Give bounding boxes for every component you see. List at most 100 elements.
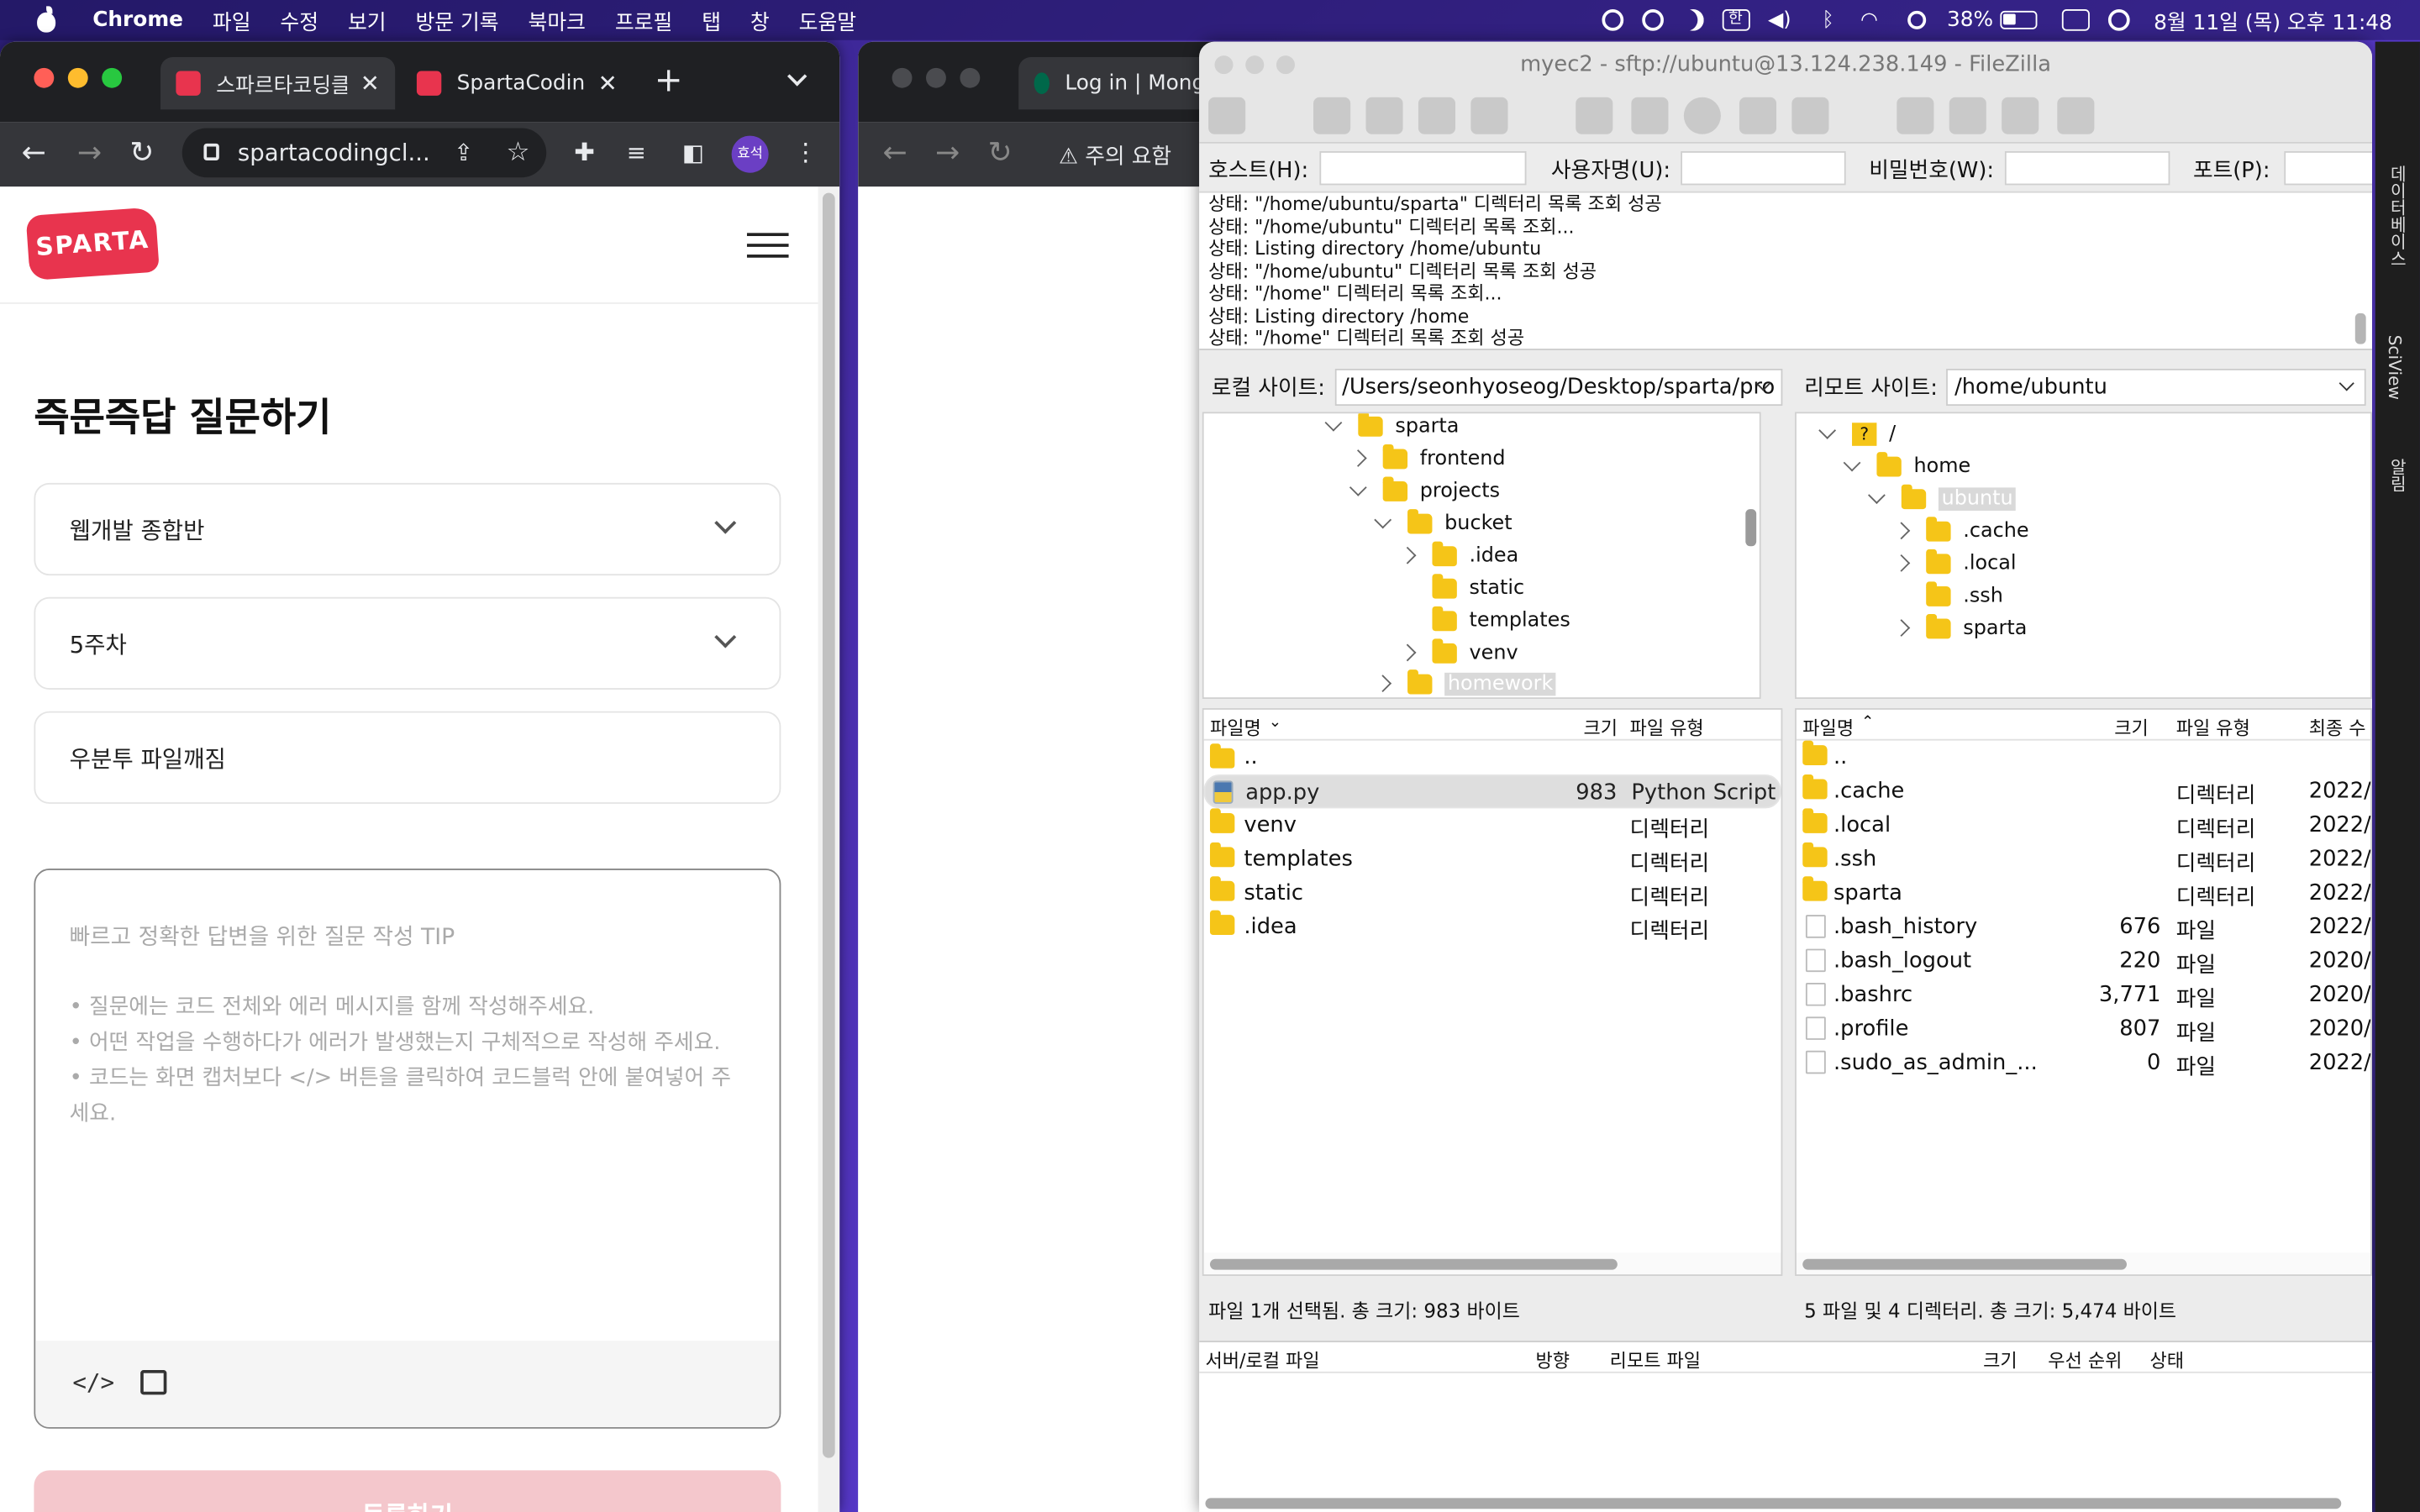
siri-icon[interactable] — [2107, 9, 2129, 31]
tree-scrollbar[interactable] — [1745, 509, 1757, 547]
compare-icon[interactable] — [1949, 97, 1986, 134]
bluetooth-icon[interactable]: ᛒ — [1814, 9, 1842, 33]
tree-node-venv[interactable]: venv — [1398, 638, 1518, 669]
back-icon[interactable]: ← — [883, 137, 908, 168]
question-body-editor[interactable]: 빠르고 정확한 답변을 위한 질문 작성 TIP • 질문에는 코드 전체와 에… — [34, 869, 781, 1429]
log-scrollbar[interactable] — [2354, 312, 2366, 344]
remote-path-combo[interactable]: /home/ubuntu — [1946, 368, 2367, 407]
file-row[interactable]: sparta 디렉터리 2022/ — [1797, 876, 2370, 911]
menu-file[interactable]: 파일 — [213, 5, 251, 35]
volume-icon[interactable]: ◀) — [1768, 9, 1796, 33]
menu-profile[interactable]: 프로필 — [615, 5, 672, 35]
question-title-input[interactable]: 우분투 파일깨짐 — [34, 711, 781, 804]
reconnect-icon[interactable] — [1791, 97, 1829, 134]
local-path-combo[interactable]: /Users/seonhyoseog/Desktop/sparta/pro — [1334, 368, 1782, 407]
toggle-remote-tree-icon[interactable] — [1418, 97, 1456, 134]
queue-col-size[interactable]: 크기 — [1983, 1347, 2018, 1373]
refresh-icon[interactable] — [1576, 97, 1613, 134]
close-tab-icon[interactable]: ✕ — [360, 70, 380, 97]
file-row[interactable]: .local 디렉터리 2022/ — [1797, 808, 2370, 843]
tree-node-idea[interactable]: .idea — [1398, 540, 1518, 571]
input-method-icon[interactable]: 한 — [1721, 9, 1749, 31]
new-tab-button[interactable]: + — [655, 61, 683, 100]
search-icon[interactable] — [1907, 10, 1926, 29]
toggle-local-tree-icon[interactable] — [1365, 97, 1403, 134]
local-hscroll[interactable] — [1203, 1252, 1781, 1275]
file-row[interactable]: .bash_history 676 파일 2022/ — [1797, 911, 2370, 944]
share-icon[interactable]: ⇪ — [454, 137, 473, 168]
apple-icon[interactable] — [34, 6, 58, 33]
close-window-button[interactable] — [34, 67, 55, 88]
file-row[interactable]: .. — [1204, 741, 1781, 774]
bookmark-star-icon[interactable]: ☆ — [506, 137, 529, 168]
file-row[interactable]: static 디렉터리 — [1204, 876, 1781, 911]
user-input[interactable] — [1681, 150, 1846, 186]
tree-node-frontend[interactable]: frontend — [1349, 443, 1506, 474]
submit-button[interactable]: 등록하기 — [34, 1470, 781, 1512]
close-tab-icon[interactable]: ✕ — [598, 70, 618, 97]
tree-node-ssh[interactable]: .ssh — [1895, 580, 2003, 612]
toggle-queue-icon[interactable] — [1470, 97, 1508, 134]
battery-icon[interactable] — [1999, 10, 2037, 29]
queue-hscroll[interactable] — [1205, 1498, 2342, 1509]
tree-node-root[interactable]: ? / — [1818, 418, 1896, 449]
process-queue-icon[interactable] — [1631, 97, 1669, 134]
tab-search-icon[interactable] — [786, 66, 808, 87]
tree-node-sparta[interactable]: sparta — [1324, 413, 1459, 441]
tab-mongo[interactable]: Log in | Mong — [1018, 56, 1229, 110]
col-type[interactable]: 파일 유형 — [1630, 714, 1704, 740]
tree-node-projects[interactable]: projects — [1349, 475, 1500, 507]
tree-node-static[interactable]: static — [1402, 572, 1524, 603]
sparta-logo[interactable]: SPARTA — [25, 207, 160, 281]
port-input[interactable] — [2284, 150, 2373, 186]
zoom-window-button[interactable] — [102, 67, 123, 88]
play-icon[interactable] — [1641, 9, 1664, 31]
file-row[interactable]: .. — [1797, 740, 2370, 774]
clock[interactable]: 8월 11일 (목) 오후 11:48 — [2154, 5, 2392, 35]
col-size[interactable]: 크기 — [2114, 714, 2149, 740]
control-center-icon[interactable] — [2060, 9, 2090, 31]
host-input[interactable] — [1319, 150, 1527, 186]
minimize-window-button[interactable] — [1245, 55, 1265, 75]
zoom-window-button[interactable] — [1276, 55, 1295, 75]
close-window-button[interactable] — [1214, 55, 1234, 75]
minimize-window-button[interactable] — [926, 67, 946, 88]
queue-col-priority[interactable]: 우선 순위 — [2048, 1347, 2122, 1373]
tree-node-local[interactable]: .local — [1892, 548, 2017, 579]
site-manager-icon[interactable] — [1208, 97, 1246, 134]
file-row-selected[interactable]: app.py 983 Python Script — [1203, 774, 1781, 809]
remote-hscroll[interactable] — [1796, 1252, 2371, 1275]
menu-help[interactable]: 도움말 — [799, 5, 856, 35]
extensions-icon[interactable]: ✚ — [574, 137, 595, 168]
queue-col-remote[interactable]: 리모트 파일 — [1610, 1347, 1701, 1373]
menu-edit[interactable]: 수정 — [280, 5, 318, 35]
notification-icon[interactable] — [1601, 9, 1623, 31]
minimize-window-button[interactable] — [67, 67, 88, 88]
security-warning[interactable]: ⚠ 주의 요함 — [1059, 140, 1171, 171]
menu-app-name[interactable]: Chrome — [92, 8, 183, 32]
message-log[interactable]: 상태: "/home/ubuntu/sparta" 디렉터리 목록 조회 성공 … — [1199, 192, 2373, 350]
forward-icon[interactable]: → — [77, 137, 102, 168]
file-row[interactable]: venv 디렉터리 — [1204, 808, 1781, 843]
col-type[interactable]: 파일 유형 — [2176, 714, 2250, 740]
side-panel-icon[interactable]: ◧ — [682, 137, 704, 168]
reload-icon[interactable]: ↻ — [129, 137, 154, 168]
file-row[interactable]: .bash_logout 220 파일 2020/ — [1797, 944, 2370, 978]
tree-node-templates[interactable]: templates — [1402, 605, 1570, 636]
profile-avatar[interactable]: 효석 — [731, 135, 769, 173]
disconnect-icon[interactable] — [1739, 97, 1777, 134]
tree-node-sparta[interactable]: sparta — [1892, 612, 2027, 643]
sync-browse-icon[interactable] — [2002, 97, 2039, 134]
col-size[interactable]: 크기 — [1583, 714, 1618, 740]
toggle-log-icon[interactable] — [1313, 97, 1351, 134]
queue-col-status[interactable]: 상태 — [2150, 1347, 2185, 1373]
password-input[interactable] — [2004, 150, 2170, 186]
moon-icon[interactable] — [1681, 9, 1703, 31]
queue-col-direction[interactable]: 방향 — [1536, 1347, 1570, 1373]
tree-node-ubuntu[interactable]: ubuntu — [1868, 483, 2017, 514]
file-row[interactable]: .profile 807 파일 2020/ — [1797, 1012, 2370, 1046]
week-select[interactable]: 5주차 — [34, 596, 781, 690]
tree-node-home[interactable]: home — [1843, 450, 1970, 481]
menu-view[interactable]: 보기 — [348, 5, 387, 35]
file-row[interactable]: .ssh 디렉터리 2022/ — [1797, 842, 2370, 876]
